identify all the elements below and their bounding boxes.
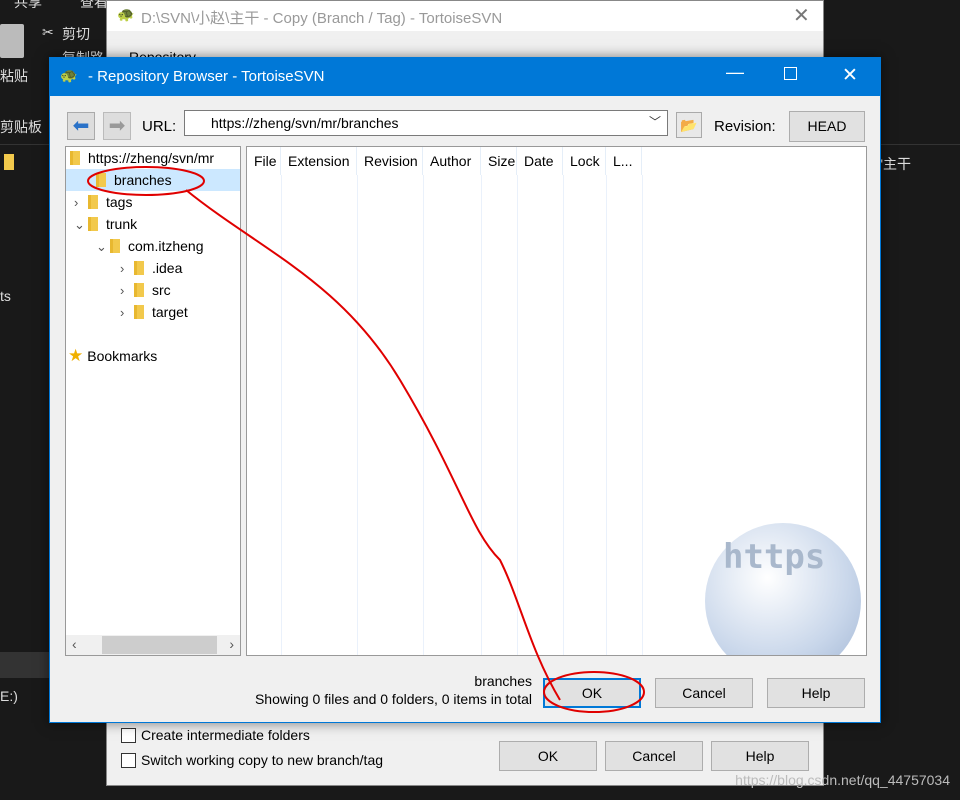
page-watermark: https://blog.csdn.net/qq_44757034 (735, 772, 950, 788)
red-annotation (87, 166, 645, 713)
annotation-circle-ok (543, 671, 645, 713)
annotation-arrow-line (185, 189, 561, 701)
